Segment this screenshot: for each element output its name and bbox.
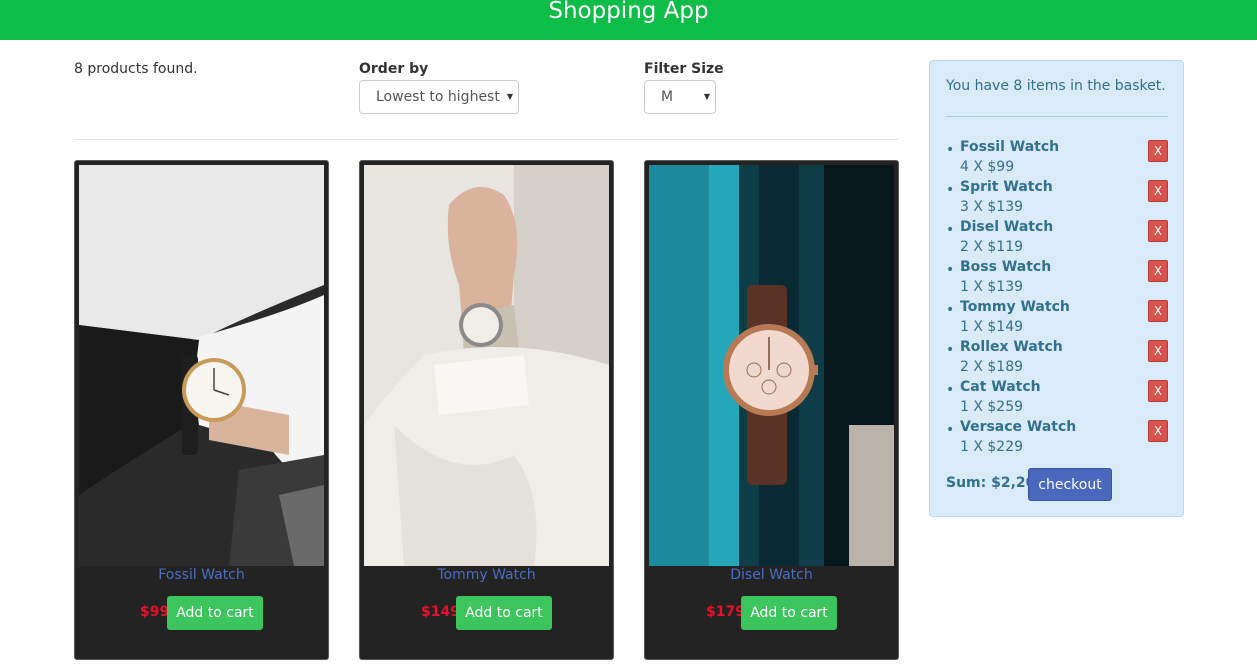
basket-item: • Tommy Watch 1 X $149 X	[946, 299, 1168, 339]
bullet-icon: •	[946, 422, 955, 438]
remove-item-button[interactable]: X	[1148, 380, 1168, 402]
basket-item-qty: 2 X $119	[960, 239, 1024, 255]
basket-message: You have 8 items in the basket.	[946, 78, 1166, 94]
basket-item-qty: 1 X $259	[960, 399, 1024, 415]
basket-item-qty: 4 X $99	[960, 159, 1015, 175]
basket-item: • Versace Watch 1 X $229 X	[946, 419, 1168, 459]
products-count: 8 products found.	[74, 61, 198, 77]
basket-panel: You have 8 items in the basket. • Fossil…	[929, 60, 1184, 517]
app-header: Shopping App	[0, 0, 1257, 40]
basket-item-name: Disel Watch	[960, 219, 1054, 235]
product-title[interactable]: Fossil Watch	[75, 567, 328, 583]
basket-item-name: Versace Watch	[960, 419, 1077, 435]
basket-item: • Fossil Watch 4 X $99 X	[946, 139, 1168, 179]
bullet-icon: •	[946, 142, 955, 158]
filter-size-select[interactable]: M ▼	[644, 80, 716, 114]
basket-item: • Rollex Watch 2 X $189 X	[946, 339, 1168, 379]
remove-item-button[interactable]: X	[1148, 220, 1168, 242]
remove-item-button[interactable]: X	[1148, 300, 1168, 322]
order-by-label: Order by	[359, 61, 429, 77]
remove-item-button[interactable]: X	[1148, 260, 1168, 282]
basket-item-qty: 1 X $229	[960, 439, 1024, 455]
divider	[74, 139, 899, 140]
product-card: Tommy Watch $149 Add to cart	[359, 160, 614, 660]
checkout-button[interactable]: checkout	[1028, 468, 1112, 501]
basket-item-qty: 3 X $139	[960, 199, 1024, 215]
basket-item-name: Fossil Watch	[960, 139, 1060, 155]
basket-item-name: Cat Watch	[960, 379, 1041, 395]
basket-item: • Sprit Watch 3 X $139 X	[946, 179, 1168, 219]
basket-item-name: Tommy Watch	[960, 299, 1070, 315]
bullet-icon: •	[946, 182, 955, 198]
product-image[interactable]	[79, 165, 324, 566]
basket-item-name: Sprit Watch	[960, 179, 1053, 195]
divider	[946, 116, 1168, 117]
basket-item-name: Boss Watch	[960, 259, 1052, 275]
remove-item-button[interactable]: X	[1148, 340, 1168, 362]
product-price: $149	[421, 604, 460, 620]
product-image[interactable]	[649, 165, 894, 566]
product-title[interactable]: Tommy Watch	[360, 567, 613, 583]
product-card: Disel Watch $179 Add to cart	[644, 160, 899, 660]
basket-item-qty: 1 X $139	[960, 279, 1024, 295]
basket-item: • Cat Watch 1 X $259 X	[946, 379, 1168, 419]
product-price: $179	[706, 604, 745, 620]
remove-item-button[interactable]: X	[1148, 140, 1168, 162]
remove-item-button[interactable]: X	[1148, 420, 1168, 442]
product-price: $99	[140, 604, 170, 620]
basket-item-qty: 2 X $189	[960, 359, 1024, 375]
bullet-icon: •	[946, 262, 955, 278]
add-to-cart-button[interactable]: Add to cart	[741, 596, 837, 630]
product-title[interactable]: Disel Watch	[645, 567, 898, 583]
bullet-icon: •	[946, 382, 955, 398]
chevron-down-icon: ▼	[506, 92, 513, 101]
filter-size-value: M	[661, 89, 674, 105]
product-image[interactable]	[364, 165, 609, 566]
add-to-cart-button[interactable]: Add to cart	[167, 596, 263, 630]
filter-size-label: Filter Size	[644, 61, 724, 77]
basket-item-qty: 1 X $149	[960, 319, 1024, 335]
product-card: Fossil Watch $99 Add to cart	[74, 160, 329, 660]
app-title: Shopping App	[548, 0, 709, 24]
basket-item: • Boss Watch 1 X $139 X	[946, 259, 1168, 299]
order-by-value: Lowest to highest	[376, 89, 500, 105]
bullet-icon: •	[946, 222, 955, 238]
add-to-cart-button[interactable]: Add to cart	[456, 596, 552, 630]
chevron-down-icon: ▼	[703, 92, 710, 101]
remove-item-button[interactable]: X	[1148, 180, 1168, 202]
basket-item-name: Rollex Watch	[960, 339, 1063, 355]
order-by-select[interactable]: Lowest to highest ▼	[359, 80, 519, 114]
basket-item: • Disel Watch 2 X $119 X	[946, 219, 1168, 259]
bullet-icon: •	[946, 302, 955, 318]
bullet-icon: •	[946, 342, 955, 358]
